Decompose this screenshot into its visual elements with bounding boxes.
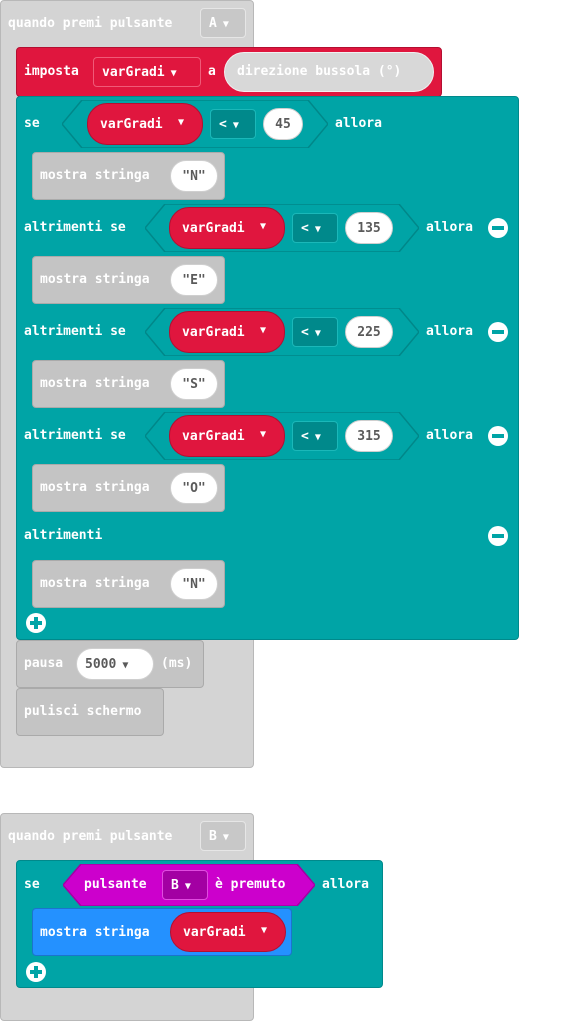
show-string-label-else: mostra stringa <box>40 576 150 591</box>
number-input-1[interactable]: 45 <box>263 108 303 140</box>
show-string-label-2: mostra stringa <box>40 272 150 287</box>
pause-duration-value: 5000 <box>85 657 117 672</box>
variable-name-b: varGradi <box>183 925 246 940</box>
show-string-label-1: mostra stringa <box>40 168 150 183</box>
string-input-2[interactable]: "E" <box>170 264 218 296</box>
set-variable-dropdown[interactable]: varGradi ▼ <box>93 57 201 87</box>
show-string-label-3: mostra stringa <box>40 376 150 391</box>
caret-down-icon: ▼ <box>260 325 267 336</box>
compass-heading-label: direzione bussola (°) <box>237 64 402 79</box>
else-label: altrimenti <box>24 528 103 543</box>
minus-circle-icon[interactable] <box>488 322 508 342</box>
caret-down-icon: ▼ <box>184 881 191 892</box>
string-input-3[interactable]: "S" <box>170 368 218 400</box>
caret-down-icon: ▼ <box>178 117 185 128</box>
set-label: imposta <box>24 64 79 79</box>
set-to-label: a <box>208 64 216 79</box>
then-label-b: allora <box>322 877 369 892</box>
string-input-4[interactable]: "O" <box>170 472 218 504</box>
variable-reporter-2[interactable]: varGradi ▼ <box>169 207 285 249</box>
event-b-label: quando premi pulsante <box>8 829 173 844</box>
variable-name-2: varGradi <box>182 221 245 236</box>
plus-circle-icon[interactable] <box>26 962 46 982</box>
button-pressed-dropdown[interactable]: B ▼ <box>162 870 208 900</box>
set-variable-name: varGradi <box>102 65 165 80</box>
minus-circle-icon[interactable] <box>488 426 508 446</box>
plus-circle-icon[interactable] <box>26 613 46 633</box>
pause-label: pausa <box>24 656 64 671</box>
operator-dropdown-1[interactable]: < ▼ <box>210 109 256 139</box>
variable-name-3: varGradi <box>182 325 245 340</box>
clear-screen-label: pulisci schermo <box>24 704 142 719</box>
show-variable-label: mostra stringa <box>40 925 150 940</box>
event-a-button-dropdown[interactable]: A ▼ <box>200 8 246 38</box>
then-label-3: allora <box>426 324 473 339</box>
then-label-4: allora <box>426 428 473 443</box>
variable-reporter-b[interactable]: varGradi ▼ <box>170 912 286 952</box>
variable-reporter-1[interactable]: varGradi ▼ <box>87 103 203 145</box>
then-label-1: allora <box>335 116 382 131</box>
string-input-else[interactable]: "N" <box>170 568 218 600</box>
event-a-button-value: A <box>209 16 217 31</box>
pause-unit-label: (ms) <box>161 656 193 671</box>
caret-down-icon: ▼ <box>314 432 321 443</box>
button-pressed-value: B <box>171 878 179 893</box>
event-b-button-dropdown[interactable]: B ▼ <box>200 821 246 851</box>
number-input-3[interactable]: 225 <box>345 316 393 348</box>
variable-name-4: varGradi <box>182 429 245 444</box>
caret-down-icon: ▼ <box>314 224 321 235</box>
operator-value-2: < <box>301 221 309 236</box>
operator-dropdown-3[interactable]: < ▼ <box>292 317 338 347</box>
operator-value-3: < <box>301 325 309 340</box>
operator-dropdown-4[interactable]: < ▼ <box>292 421 338 451</box>
caret-down-icon: ▼ <box>260 429 267 440</box>
caret-down-icon: ▼ <box>260 221 267 232</box>
pause-duration-dropdown[interactable]: 5000 ▼ <box>76 648 154 680</box>
operator-value-4: < <box>301 429 309 444</box>
event-a-label: quando premi pulsante <box>8 16 173 31</box>
number-input-4[interactable]: 315 <box>345 420 393 452</box>
variable-name-1: varGradi <box>100 117 163 132</box>
caret-down-icon: ▼ <box>170 68 177 79</box>
caret-down-icon: ▼ <box>222 19 229 30</box>
elseif-label-3: altrimenti se <box>24 324 126 339</box>
number-input-2[interactable]: 135 <box>345 212 393 244</box>
variable-reporter-3[interactable]: varGradi ▼ <box>169 311 285 353</box>
variable-reporter-4[interactable]: varGradi ▼ <box>169 415 285 457</box>
if-label-b: se <box>24 877 40 892</box>
then-label-2: allora <box>426 220 473 235</box>
button-pressed-label: pulsante <box>84 877 147 892</box>
show-string-label-4: mostra stringa <box>40 480 150 495</box>
caret-down-icon: ▼ <box>261 925 268 936</box>
caret-down-icon: ▼ <box>122 660 129 671</box>
if-label: se <box>24 116 40 131</box>
event-b-button-value: B <box>209 829 217 844</box>
caret-down-icon: ▼ <box>222 832 229 843</box>
operator-dropdown-2[interactable]: < ▼ <box>292 213 338 243</box>
elseif-label-4: altrimenti se <box>24 428 126 443</box>
minus-circle-icon[interactable] <box>488 218 508 238</box>
operator-value-1: < <box>219 117 227 132</box>
string-input-1[interactable]: "N" <box>170 160 218 192</box>
compass-heading-block[interactable]: direzione bussola (°) <box>224 52 434 92</box>
button-pressed-suffix: è premuto <box>215 877 286 892</box>
elseif-label-2: altrimenti se <box>24 220 126 235</box>
caret-down-icon: ▼ <box>232 120 239 131</box>
caret-down-icon: ▼ <box>314 328 321 339</box>
minus-circle-icon[interactable] <box>488 526 508 546</box>
